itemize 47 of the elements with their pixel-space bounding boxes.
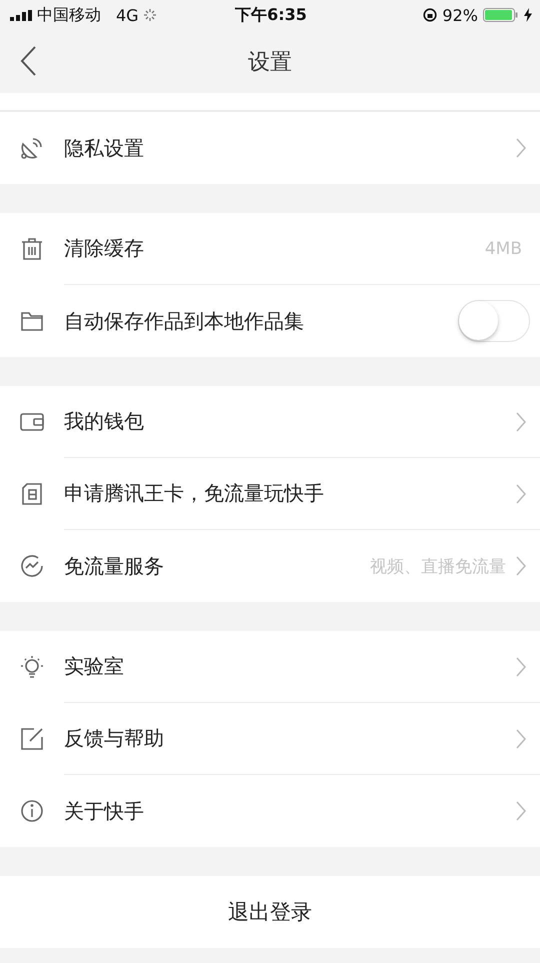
chevron-icon [516, 556, 526, 576]
row-value: 4MB [484, 238, 522, 258]
settings-row[interactable]: 清除缓存 4MB [0, 213, 540, 285]
row-label: 关于快手 [64, 798, 145, 824]
signal-icon [10, 10, 32, 20]
lock-dish-icon [19, 135, 45, 161]
settings-row[interactable]: 申请腾讯王卡，免流量玩快手 [0, 458, 540, 530]
row-label: 隐私设置 [64, 134, 145, 162]
status-time: 下午6:35 [235, 4, 307, 26]
settings-row[interactable]: 实验室 [0, 631, 540, 703]
logout-button[interactable]: 退出登录 [0, 876, 540, 948]
back-icon[interactable] [20, 46, 36, 76]
row-label: 反馈与帮助 [64, 725, 165, 752]
chevron-icon [516, 656, 526, 676]
chevron-icon [516, 412, 526, 432]
loading-icon [144, 9, 156, 21]
toggle-switch[interactable] [458, 300, 530, 342]
edit-icon [19, 726, 45, 752]
chevron-icon [516, 801, 526, 821]
row-value: 视频、直播免流量 [370, 556, 506, 578]
lightbulb-icon [19, 654, 45, 680]
carrier-name: 中国移动 [37, 4, 101, 26]
settings-row[interactable]: 我的钱包 [0, 386, 540, 458]
settings-row[interactable]: 关于快手 [0, 775, 540, 847]
battery-percent: 92% [442, 6, 478, 24]
settings-row[interactable]: 自动保存作品到本地作品集 [0, 285, 540, 357]
charging-icon [524, 8, 532, 22]
chart-circle-icon [19, 553, 45, 579]
row-label: 我的钱包 [64, 408, 145, 435]
row-label: 免流量服务 [64, 552, 165, 580]
battery-icon [482, 8, 519, 22]
chevron-icon [516, 728, 526, 748]
sim-card-icon [19, 481, 45, 507]
settings-row[interactable]: 免流量服务 视频、直播免流量 [0, 530, 540, 602]
page-title: 设置 [248, 48, 292, 76]
settings-row[interactable]: 反馈与帮助 [0, 703, 540, 775]
trash-icon [19, 236, 45, 262]
chevron-icon [516, 138, 526, 158]
row-label: 实验室 [64, 653, 125, 680]
row-label: 清除缓存 [64, 235, 145, 262]
rotation-lock-icon [423, 8, 438, 22]
network-type: 4G [116, 6, 139, 24]
row-label: 申请腾讯王卡，免流量玩快手 [64, 480, 325, 507]
row-label: 自动保存作品到本地作品集 [64, 308, 305, 334]
chevron-icon [516, 484, 526, 504]
settings-row[interactable]: 隐私设置 [0, 112, 540, 184]
info-icon [19, 798, 45, 824]
